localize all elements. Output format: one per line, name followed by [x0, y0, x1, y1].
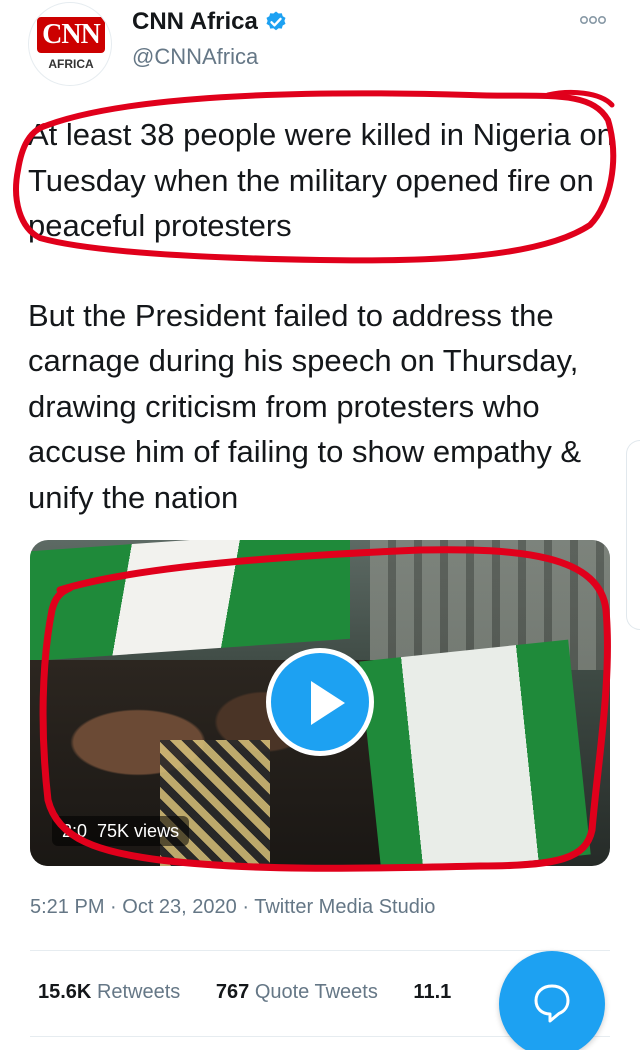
cnn-logo: CNN: [37, 17, 105, 53]
nigerian-flag-left: [30, 540, 350, 662]
video-duration: 2:0: [62, 821, 88, 841]
patterned-shirt: [160, 740, 270, 866]
quote-label: Quote Tweets: [254, 981, 378, 1003]
chat-bubble-icon: [534, 984, 570, 1023]
author-name[interactable]: CNN Africa: [132, 8, 258, 36]
verified-badge-icon: [266, 11, 286, 31]
quote-tweets-stat[interactable]: 767 Quote Tweets: [216, 981, 378, 1004]
video-stats-badge: 2:0 75K views: [52, 816, 190, 846]
tweet-date[interactable]: Oct 23, 2020: [122, 896, 237, 918]
more-dots-icon[interactable]: [579, 12, 606, 30]
name-row: CNN Africa: [132, 8, 288, 36]
likes-count: 11.1: [413, 981, 452, 1003]
play-button[interactable]: [266, 648, 374, 756]
logo-subtext: AFRICA: [48, 57, 94, 71]
tweet-header: CNN AFRICA CNN Africa @CNNAfrica: [28, 0, 628, 100]
author-handle[interactable]: @CNNAfrica: [132, 44, 258, 70]
play-icon: [311, 681, 345, 725]
tweet-time[interactable]: 5:21 PM: [30, 896, 104, 918]
retweets-count: 15.6K: [38, 981, 92, 1003]
side-drawer-handle[interactable]: [626, 440, 640, 630]
retweets-label: Retweets: [96, 981, 181, 1003]
avatar[interactable]: CNN AFRICA: [28, 2, 112, 86]
nigerian-flag-right: [359, 639, 591, 866]
quote-count: 767: [215, 981, 250, 1003]
compose-button[interactable]: [499, 951, 605, 1050]
tweet-paragraph-1: At least 38 people were killed in Nigeri…: [28, 117, 614, 243]
retweets-stat[interactable]: 15.6K Retweets: [38, 981, 180, 1004]
likes-stat[interactable]: 11.1: [413, 981, 451, 1004]
meta-separator: ·: [110, 896, 123, 918]
meta-separator: ·: [242, 896, 255, 918]
video-views: 75K views: [97, 821, 180, 841]
video-thumbnail[interactable]: 2:0 75K views: [30, 540, 610, 866]
tweet-source[interactable]: Twitter Media Studio: [254, 896, 435, 918]
tweet-text: At least 38 people were killed in Nigeri…: [28, 112, 618, 520]
tweet-stats: 15.6K Retweets 767 Quote Tweets 11.1: [38, 981, 518, 1004]
tweet-meta: 5:21 PM · Oct 23, 2020 · Twitter Media S…: [30, 896, 435, 919]
divider: [30, 950, 610, 951]
tweet-paragraph-2: But the President failed to address the …: [28, 297, 582, 515]
